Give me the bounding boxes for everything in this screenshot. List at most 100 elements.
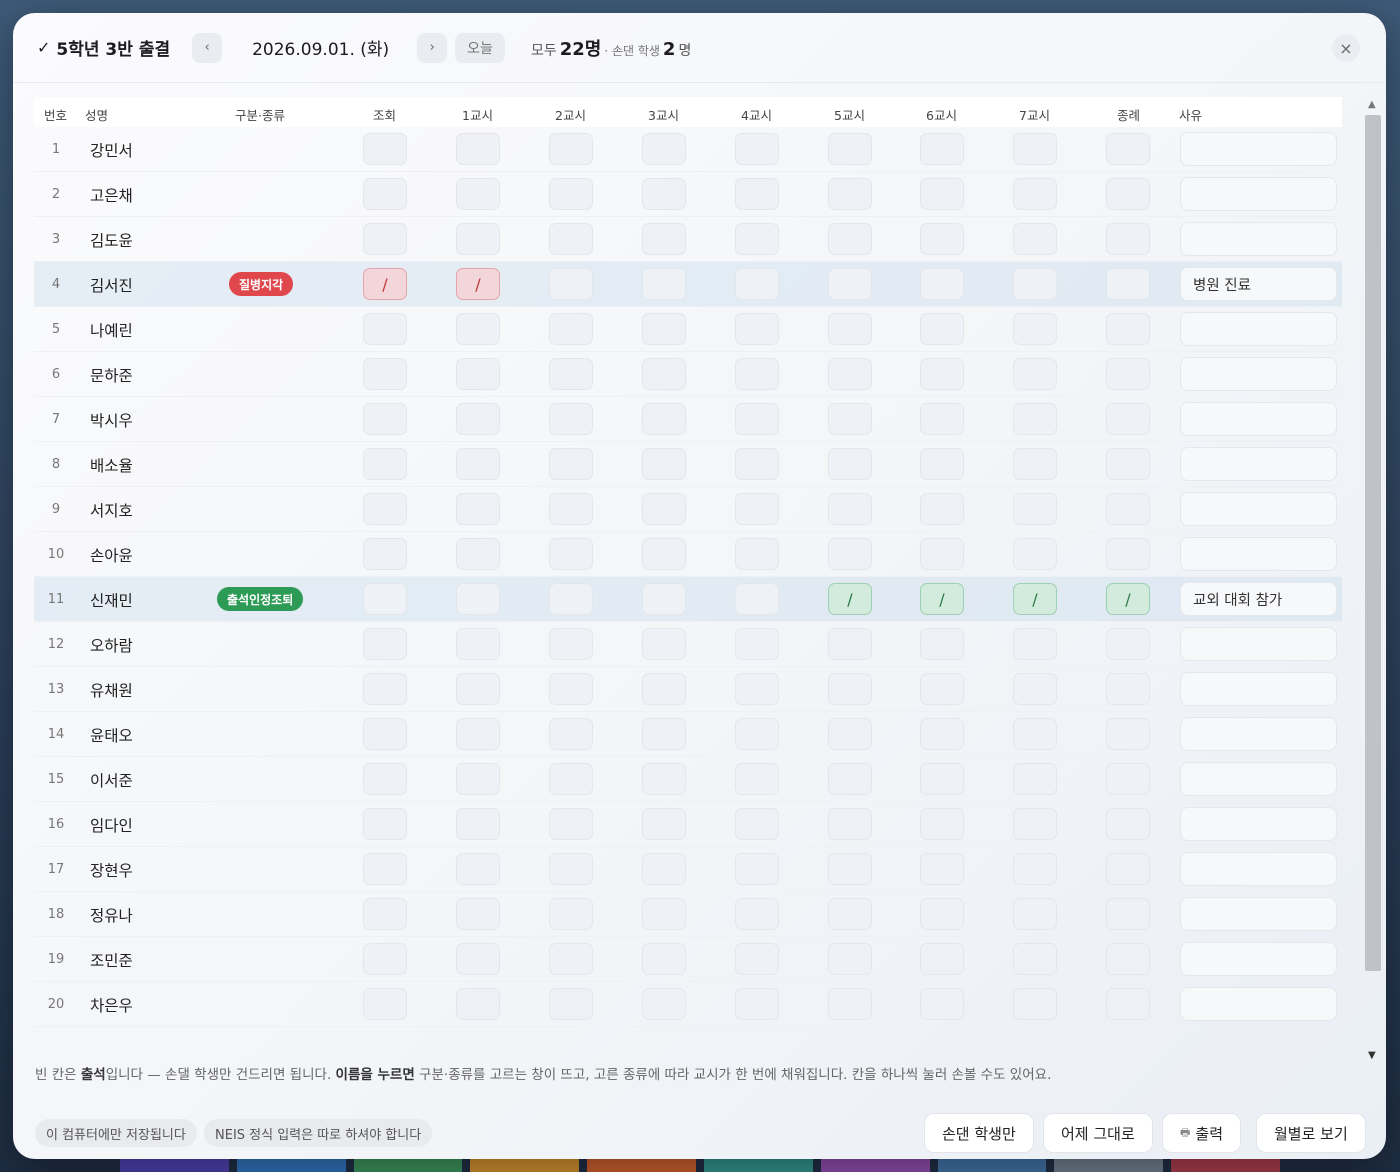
student-name[interactable]: 유채원	[90, 679, 133, 701]
period-cell[interactable]	[735, 493, 779, 525]
period-cell[interactable]	[735, 808, 779, 840]
student-name[interactable]: 박시우	[90, 409, 133, 431]
period-cell[interactable]	[1013, 313, 1057, 345]
period-cell[interactable]	[1013, 718, 1057, 750]
period-cell[interactable]	[1106, 763, 1150, 795]
period-cell[interactable]	[920, 313, 964, 345]
period-cell[interactable]	[456, 403, 500, 435]
period-cell[interactable]	[735, 943, 779, 975]
period-cell[interactable]	[549, 628, 593, 660]
period-cell[interactable]	[549, 313, 593, 345]
period-cell[interactable]	[828, 673, 872, 705]
period-cell[interactable]	[828, 223, 872, 255]
student-name[interactable]: 김도윤	[90, 229, 133, 251]
period-cell[interactable]	[456, 763, 500, 795]
period-cell[interactable]	[735, 853, 779, 885]
period-cell[interactable]	[549, 403, 593, 435]
period-cell[interactable]	[549, 583, 593, 615]
period-cell[interactable]	[363, 133, 407, 165]
period-cell[interactable]: /	[456, 268, 500, 300]
period-cell[interactable]	[363, 223, 407, 255]
period-cell[interactable]	[363, 628, 407, 660]
student-name[interactable]: 차은우	[90, 994, 133, 1016]
period-cell[interactable]	[363, 358, 407, 390]
student-name[interactable]: 조민준	[90, 949, 133, 971]
period-cell[interactable]	[363, 808, 407, 840]
scroll-down-icon[interactable]: ▼	[1368, 1050, 1376, 1061]
status-badge[interactable]: 질병지각	[229, 272, 294, 296]
period-cell[interactable]	[642, 493, 686, 525]
period-cell[interactable]	[456, 673, 500, 705]
period-cell[interactable]	[549, 898, 593, 930]
period-cell[interactable]	[549, 448, 593, 480]
student-name[interactable]: 김서진	[90, 274, 133, 296]
period-cell[interactable]	[1106, 178, 1150, 210]
period-cell[interactable]	[363, 673, 407, 705]
student-name[interactable]: 임다인	[90, 814, 133, 836]
period-cell[interactable]	[642, 763, 686, 795]
period-cell[interactable]	[363, 538, 407, 570]
reason-input[interactable]	[1180, 492, 1337, 526]
period-cell[interactable]	[1013, 943, 1057, 975]
period-cell[interactable]	[1013, 403, 1057, 435]
reason-input[interactable]	[1180, 807, 1337, 841]
period-cell[interactable]	[642, 448, 686, 480]
period-cell[interactable]	[549, 718, 593, 750]
period-cell[interactable]	[920, 538, 964, 570]
period-cell[interactable]	[549, 808, 593, 840]
student-name[interactable]: 윤태오	[90, 724, 133, 746]
reason-input[interactable]	[1180, 987, 1337, 1021]
period-cell[interactable]	[549, 538, 593, 570]
period-cell[interactable]	[642, 403, 686, 435]
period-cell[interactable]	[1013, 988, 1057, 1020]
period-cell[interactable]	[1013, 808, 1057, 840]
period-cell[interactable]	[920, 358, 964, 390]
period-cell[interactable]	[1013, 268, 1057, 300]
period-cell[interactable]	[920, 718, 964, 750]
print-button[interactable]: 🖶 출력	[1162, 1113, 1241, 1153]
reason-input[interactable]	[1180, 222, 1337, 256]
period-cell[interactable]	[642, 268, 686, 300]
period-cell[interactable]	[1106, 898, 1150, 930]
period-cell[interactable]	[549, 763, 593, 795]
period-cell[interactable]	[456, 448, 500, 480]
period-cell[interactable]	[642, 178, 686, 210]
period-cell[interactable]	[456, 718, 500, 750]
period-cell[interactable]	[735, 358, 779, 390]
period-cell[interactable]	[549, 673, 593, 705]
scrollbar[interactable]: ▲ ▼	[1363, 97, 1383, 1063]
period-cell[interactable]	[549, 268, 593, 300]
period-cell[interactable]	[549, 358, 593, 390]
period-cell[interactable]	[363, 583, 407, 615]
period-cell[interactable]	[549, 178, 593, 210]
period-cell[interactable]	[456, 988, 500, 1020]
period-cell[interactable]	[828, 313, 872, 345]
period-cell[interactable]	[456, 313, 500, 345]
period-cell[interactable]	[1106, 223, 1150, 255]
period-cell[interactable]	[920, 628, 964, 660]
period-cell[interactable]	[363, 718, 407, 750]
scroll-thumb[interactable]	[1365, 115, 1381, 971]
period-cell[interactable]	[1106, 718, 1150, 750]
period-cell[interactable]	[456, 538, 500, 570]
period-cell[interactable]	[920, 898, 964, 930]
period-cell[interactable]	[549, 943, 593, 975]
period-cell[interactable]	[456, 178, 500, 210]
reason-input[interactable]	[1180, 762, 1337, 796]
monthly-view-button[interactable]: 월별로 보기	[1256, 1113, 1366, 1153]
period-cell[interactable]: /	[828, 583, 872, 615]
period-cell[interactable]	[1013, 223, 1057, 255]
period-cell[interactable]	[642, 538, 686, 570]
period-cell[interactable]	[920, 268, 964, 300]
period-cell[interactable]	[828, 718, 872, 750]
reason-input[interactable]	[1180, 177, 1337, 211]
reason-input[interactable]	[1180, 717, 1337, 751]
period-cell[interactable]	[828, 403, 872, 435]
period-cell[interactable]	[1013, 538, 1057, 570]
period-cell[interactable]	[1013, 853, 1057, 885]
period-cell[interactable]	[735, 718, 779, 750]
period-cell[interactable]	[363, 763, 407, 795]
period-cell[interactable]	[828, 358, 872, 390]
student-name[interactable]: 문하준	[90, 364, 133, 386]
reason-input[interactable]	[1180, 447, 1337, 481]
